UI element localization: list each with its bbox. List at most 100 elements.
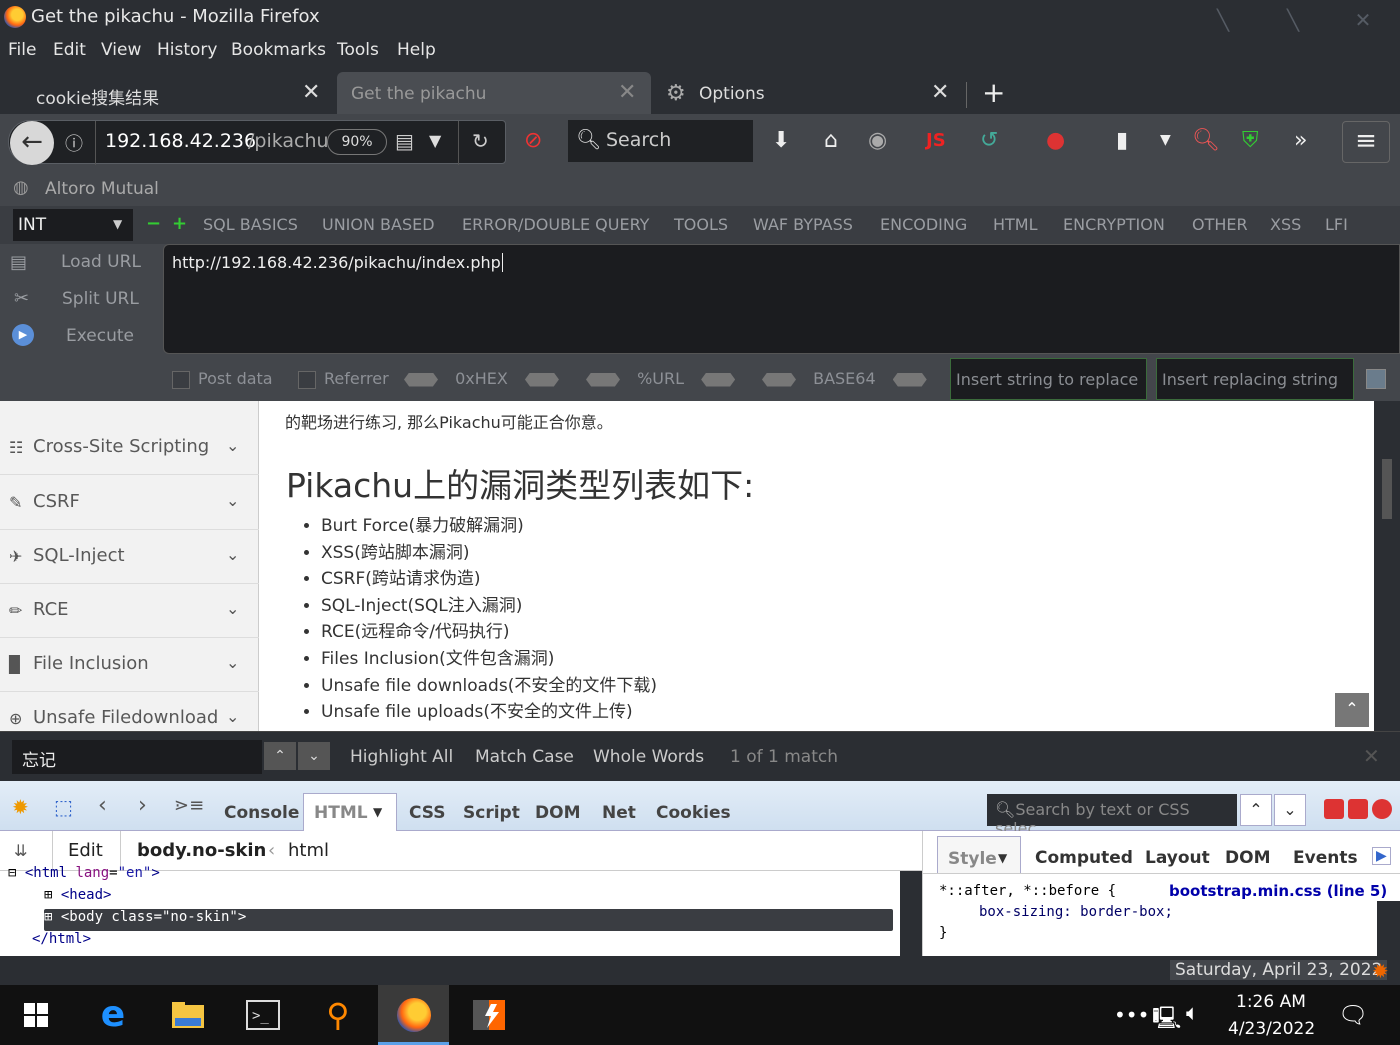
- minimize-icon[interactable]: ╲: [1212, 8, 1234, 32]
- addon-globe-icon[interactable]: ◉: [868, 128, 887, 153]
- menu-help[interactable]: Help: [397, 40, 436, 60]
- menu-lfi[interactable]: LFI: [1325, 215, 1348, 234]
- tab-cookies[interactable]: Cookies: [656, 803, 731, 823]
- page-scrollbar[interactable]: [1374, 401, 1400, 731]
- split-url-button[interactable]: Split URL: [62, 289, 139, 309]
- command-line-icon[interactable]: ⋗≡: [174, 795, 204, 816]
- find-next-button[interactable]: ⌄: [298, 742, 330, 770]
- menu-error-double-query[interactable]: ERROR/DOUBLE QUERY: [462, 215, 649, 234]
- search-prev-button[interactable]: ⌃: [1240, 794, 1272, 826]
- clock-date[interactable]: 4/23/2022: [1228, 1019, 1315, 1039]
- menu-bookmarks[interactable]: Bookmarks: [231, 40, 326, 60]
- css-source-link[interactable]: bootstrap.min.css (line 5): [1169, 882, 1387, 900]
- menu-other[interactable]: OTHER: [1192, 215, 1248, 234]
- terminal-button[interactable]: >_: [232, 985, 294, 1045]
- chevron-down-icon[interactable]: ▼: [1160, 132, 1171, 148]
- load-url-button[interactable]: Load URL: [61, 252, 141, 272]
- tab-dom-side[interactable]: DOM: [1225, 848, 1270, 868]
- base64-decode-button[interactable]: [762, 372, 796, 387]
- plus-icon[interactable]: +: [172, 213, 187, 234]
- tab-pikachu[interactable]: Get the pikachu ✕: [337, 72, 651, 114]
- tab-computed[interactable]: Computed: [1035, 848, 1133, 868]
- replacing-string-input[interactable]: Insert replacing string: [1156, 358, 1354, 400]
- url-textarea[interactable]: http://192.168.42.236/pikachu/index.php: [163, 244, 1400, 354]
- tab-layout[interactable]: Layout: [1145, 848, 1210, 868]
- tab-script[interactable]: Script: [463, 803, 520, 823]
- url-bar[interactable]: ⓘ 192.168.42.236 /pikachu 90% ▤ ▼ ↻: [8, 120, 506, 165]
- tab-style[interactable]: Style ▼: [937, 836, 1021, 874]
- close-tab-icon[interactable]: ✕: [931, 80, 949, 105]
- tab-dom[interactable]: DOM: [535, 803, 580, 823]
- post-data-checkbox[interactable]: [172, 370, 190, 389]
- search-app-button[interactable]: ⚲: [307, 985, 369, 1045]
- breadcrumb-current[interactable]: body.no-skin: [137, 840, 266, 861]
- sidebar-item-sql-inject[interactable]: ✈ SQL-Inject ⌄: [0, 530, 259, 584]
- search-next-button[interactable]: ⌄: [1274, 794, 1306, 826]
- close-tab-icon[interactable]: ✕: [302, 80, 320, 105]
- menu-sql-basics[interactable]: SQL BASICS: [203, 215, 298, 234]
- tree-node-head[interactable]: ⊞ <head>: [44, 887, 111, 909]
- menu-html[interactable]: HTML: [993, 215, 1038, 234]
- highlight-all-toggle[interactable]: Highlight All: [350, 747, 453, 767]
- url-encode-button[interactable]: [701, 372, 736, 387]
- tab-html[interactable]: HTML ▼: [303, 793, 397, 832]
- menu-encryption[interactable]: ENCRYPTION: [1063, 215, 1165, 234]
- burp-button[interactable]: [458, 985, 520, 1045]
- bookmark-altoro[interactable]: Altoro Mutual: [45, 179, 159, 199]
- inspect-icon[interactable]: ⬚: [54, 795, 73, 819]
- addon-tool-icon[interactable]: ▮: [1116, 128, 1128, 153]
- sidebar-item-csrf[interactable]: ✎ CSRF ⌄: [0, 476, 259, 530]
- scroll-top-button[interactable]: ⌃: [1335, 693, 1369, 727]
- firebug-search-input[interactable]: 🔍︎Search by text or CSS selec: [987, 794, 1237, 838]
- close-panel-icon[interactable]: [1372, 799, 1392, 819]
- match-case-toggle[interactable]: Match Case: [475, 747, 574, 767]
- addon-ball-icon[interactable]: ●: [1046, 128, 1065, 153]
- replace-string-input[interactable]: Insert string to replace: [950, 358, 1147, 400]
- hex-decode-button[interactable]: [404, 372, 438, 387]
- referrer-option[interactable]: Referrer: [298, 369, 389, 389]
- tab-css[interactable]: CSS: [409, 803, 446, 823]
- addon-shield-icon[interactable]: ⛨: [1242, 128, 1259, 153]
- overflow-icon[interactable]: »: [1294, 128, 1307, 153]
- menu-waf-bypass[interactable]: WAF BYPASS: [753, 215, 853, 234]
- home-icon[interactable]: ⌂: [824, 128, 838, 153]
- clock-time[interactable]: 1:26 AM: [1236, 992, 1306, 1012]
- execute-button[interactable]: Execute: [66, 326, 134, 346]
- menu-tools[interactable]: Tools: [337, 40, 379, 60]
- tree-node-body[interactable]: ⊞ <body class="no-skin">: [44, 909, 893, 931]
- sidebar-item-file-inclusion[interactable]: ▉ File Inclusion ⌄: [0, 638, 259, 692]
- style-scrollbar[interactable]: [1377, 901, 1400, 956]
- firebug-status-icon[interactable]: ✹: [1372, 959, 1389, 983]
- sidebar-item-rce[interactable]: ✏ RCE ⌄: [0, 584, 259, 638]
- info-icon[interactable]: ⓘ: [65, 130, 83, 156]
- tab-console[interactable]: Console: [224, 803, 299, 823]
- close-window-icon[interactable]: ✕: [1352, 8, 1374, 32]
- firebug-icon[interactable]: ✹: [12, 795, 29, 819]
- addon-magnifier-icon[interactable]: 🔍︎: [1192, 128, 1220, 153]
- hex-encode-button[interactable]: [524, 372, 559, 387]
- int-select[interactable]: INT ▼: [13, 209, 133, 241]
- menu-union-based[interactable]: UNION BASED: [322, 215, 435, 234]
- tab-cookie[interactable]: cookie搜集结果 ✕: [0, 72, 335, 114]
- close-findbar-icon[interactable]: ✕: [1363, 744, 1380, 768]
- menu-file[interactable]: File: [8, 40, 36, 60]
- firefox-taskbar-button[interactable]: [378, 985, 449, 1045]
- noscript-icon[interactable]: ⊘: [524, 128, 542, 153]
- reload-icon[interactable]: ↻: [472, 129, 489, 153]
- addon-refresh-icon[interactable]: ↺: [980, 128, 998, 153]
- url-decode-button[interactable]: [586, 372, 620, 387]
- tree-scrollbar[interactable]: [900, 871, 922, 956]
- sidebar-item-xss[interactable]: ☷ Cross-Site Scripting ⌄: [0, 421, 259, 475]
- back-icon[interactable]: ‹: [98, 793, 107, 818]
- base64-encode-button[interactable]: [892, 372, 927, 387]
- overflow-tray-icon[interactable]: •••: [1114, 1003, 1149, 1027]
- find-previous-button[interactable]: ⌃: [264, 742, 296, 770]
- post-data-option[interactable]: Post data: [172, 369, 273, 389]
- menu-tools[interactable]: TOOLS: [674, 215, 728, 234]
- find-input[interactable]: 忘记: [12, 740, 262, 774]
- menu-encoding[interactable]: ENCODING: [880, 215, 967, 234]
- page-action-icon[interactable]: ▤: [395, 129, 414, 153]
- expand-toggle-icon[interactable]: ⇊: [14, 841, 27, 860]
- side-panel-menu-icon[interactable]: ▶: [1372, 847, 1391, 865]
- action-center-icon[interactable]: 🗨︎: [1338, 1001, 1368, 1029]
